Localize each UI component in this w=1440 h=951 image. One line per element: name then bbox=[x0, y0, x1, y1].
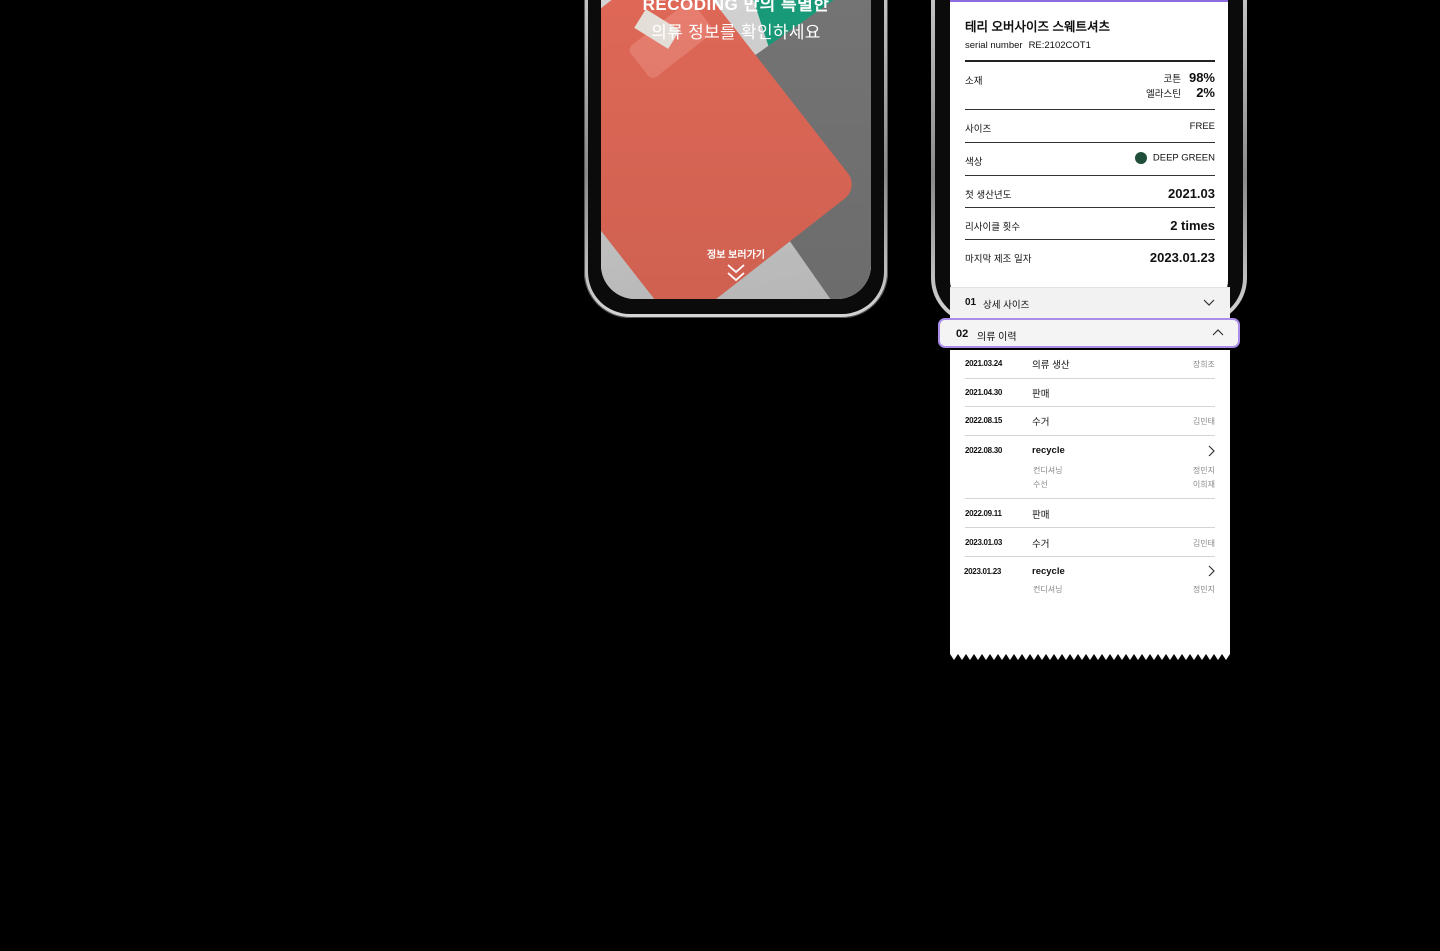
divider bbox=[965, 60, 1215, 62]
accordion-number: 01 bbox=[965, 297, 977, 308]
recycle-step-person: 이희재 bbox=[1192, 480, 1215, 489]
recycle-step-person: 정민지 bbox=[1192, 466, 1215, 475]
serial-number: serial number RE:2102COT1 bbox=[965, 40, 1091, 51]
material-row: 코튼 98% bbox=[1146, 70, 1215, 85]
recycle-count-label: 리사이클 횟수 bbox=[965, 222, 1021, 233]
history-event: recycle bbox=[1032, 566, 1065, 577]
first-year-value: 2021.03 bbox=[1168, 186, 1215, 201]
recycle-step-person: 정민지 bbox=[1192, 585, 1215, 594]
size-value: FREE bbox=[1189, 121, 1215, 132]
divider bbox=[965, 142, 1215, 143]
serial-label: serial number bbox=[965, 40, 1023, 51]
accordion-detail-size[interactable]: 01 상세 사이즈 bbox=[950, 287, 1230, 318]
receipt-torn-edge bbox=[950, 650, 1230, 660]
first-year-label: 첫 생산년도 bbox=[965, 190, 1012, 201]
accordion-label: 의류 이력 bbox=[977, 332, 1017, 343]
history-date: 2021.04.30 bbox=[965, 388, 1003, 397]
history-person: 김민태 bbox=[1192, 417, 1215, 426]
history-row-recycle[interactable]: 2022.08.30 recycle 컨디셔닝 정민지 수선 이희재 bbox=[965, 436, 1215, 499]
history-date: 2022.08.15 bbox=[965, 416, 1003, 425]
material-name: 엘라스틴 bbox=[1146, 89, 1181, 100]
history-row: 2022.09.11 판매 bbox=[965, 499, 1215, 528]
history-date: 2022.08.30 bbox=[965, 446, 1003, 455]
history-event: 수거 bbox=[1032, 417, 1050, 428]
accordion-number: 02 bbox=[956, 328, 969, 340]
recycle-count-value: 2 times bbox=[1170, 218, 1215, 233]
chevron-down-icon[interactable] bbox=[1203, 297, 1215, 307]
material-label: 소재 bbox=[965, 76, 983, 87]
hero-screen: RECODING 만의 특별한 의류 정보를 확인하세요 정보 보러가기 bbox=[601, 0, 871, 299]
history-date: 2021.03.24 bbox=[965, 359, 1003, 368]
color-swatch bbox=[1134, 152, 1147, 164]
product-name: 테리 오버사이즈 스웨트셔츠 bbox=[965, 20, 1110, 34]
last-made-label: 마지막 제조 일자 bbox=[965, 254, 1032, 265]
size-label: 사이즈 bbox=[965, 124, 992, 135]
history-event: 수거 bbox=[1032, 539, 1050, 550]
accent-line bbox=[950, 0, 1228, 2]
color-label: 색상 bbox=[965, 157, 983, 168]
hero-subtitle: 의류 정보를 확인하세요 bbox=[651, 23, 821, 42]
recycle-step: 컨디셔닝 bbox=[1033, 585, 1063, 594]
history-date: 2023.01.23 bbox=[964, 567, 1002, 576]
history-row: 2023.01.03 수거 김민태 bbox=[965, 528, 1215, 557]
serial-value: RE:2102COT1 bbox=[1028, 40, 1091, 51]
material-name: 코튼 bbox=[1163, 74, 1181, 85]
history-person: 김민태 bbox=[1192, 539, 1215, 548]
history-row: 2022.08.15 수거 김민태 bbox=[965, 407, 1215, 436]
history-event: 판매 bbox=[1032, 510, 1050, 521]
color-value-wrap: DEEP GREEN bbox=[1134, 152, 1215, 164]
divider bbox=[965, 207, 1215, 208]
accordion-label: 상세 사이즈 bbox=[983, 300, 1030, 311]
history-date: 2023.01.03 bbox=[965, 538, 1003, 547]
recycle-step: 컨디셔닝 bbox=[1033, 466, 1063, 475]
hero-title: RECODING 만의 특별한 bbox=[642, 0, 830, 14]
history-date: 2022.09.11 bbox=[965, 509, 1002, 518]
material-percent: 98% bbox=[1188, 70, 1215, 85]
last-made-value: 2023.01.23 bbox=[1149, 250, 1215, 265]
divider bbox=[965, 175, 1215, 176]
left-phone-mockup: RECODING 만의 특별한 의류 정보를 확인하세요 정보 보러가기 bbox=[584, 0, 888, 318]
recycle-step: 수선 bbox=[1033, 480, 1048, 489]
accordion-clothing-history[interactable]: 02 의류 이력 bbox=[938, 318, 1240, 348]
history-event: 의류 생산 bbox=[1032, 360, 1070, 371]
history-row: 2021.04.30 판매 bbox=[965, 379, 1215, 407]
chevron-up-icon[interactable] bbox=[1212, 328, 1224, 338]
history-row-recycle[interactable]: 2023.01.23 recycle 컨디셔닝 정민지 bbox=[964, 557, 1215, 607]
history-row: 2021.03.24 의류 생산 장희조 bbox=[965, 350, 1215, 379]
material-row: 엘라스틴 2% bbox=[1146, 85, 1215, 100]
double-chevron-down-icon[interactable] bbox=[726, 262, 746, 284]
material-values: 코튼 98% 엘라스틴 2% bbox=[1146, 70, 1215, 100]
chevron-right-icon[interactable] bbox=[1207, 445, 1215, 457]
phone-bezel: RECODING 만의 특별한 의류 정보를 확인하세요 정보 보러가기 bbox=[588, 0, 884, 314]
history-list: 2021.03.24 의류 생산 장희조 2021.04.30 판매 2022.… bbox=[950, 350, 1230, 650]
chevron-right-icon[interactable] bbox=[1207, 565, 1215, 577]
color-value: DEEP GREEN bbox=[1152, 152, 1215, 164]
history-event: recycle bbox=[1032, 445, 1065, 456]
divider bbox=[965, 239, 1215, 240]
divider bbox=[965, 109, 1215, 110]
view-info-button[interactable]: 정보 보러가기 bbox=[601, 246, 871, 261]
history-person: 장희조 bbox=[1192, 360, 1215, 369]
material-percent: 2% bbox=[1196, 85, 1215, 100]
history-event: 판매 bbox=[1032, 389, 1050, 400]
